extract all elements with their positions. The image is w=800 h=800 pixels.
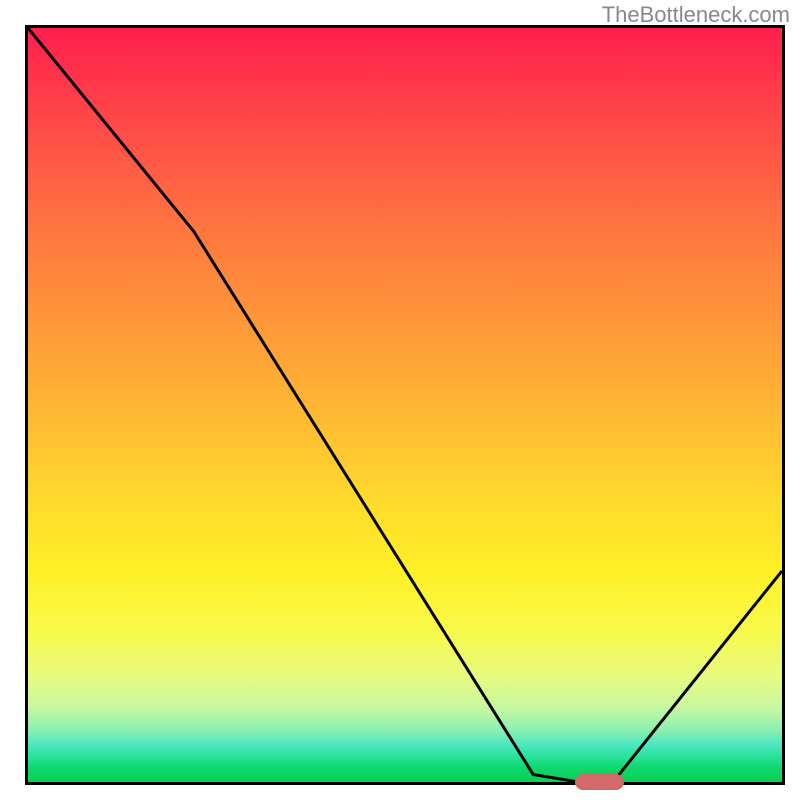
watermark-text: TheBottleneck.com bbox=[602, 2, 790, 28]
curve-layer bbox=[28, 28, 782, 782]
plot-area bbox=[25, 25, 785, 785]
chart-container: TheBottleneck.com bbox=[0, 0, 800, 800]
optimal-marker bbox=[575, 774, 624, 790]
bottleneck-curve bbox=[28, 28, 782, 782]
